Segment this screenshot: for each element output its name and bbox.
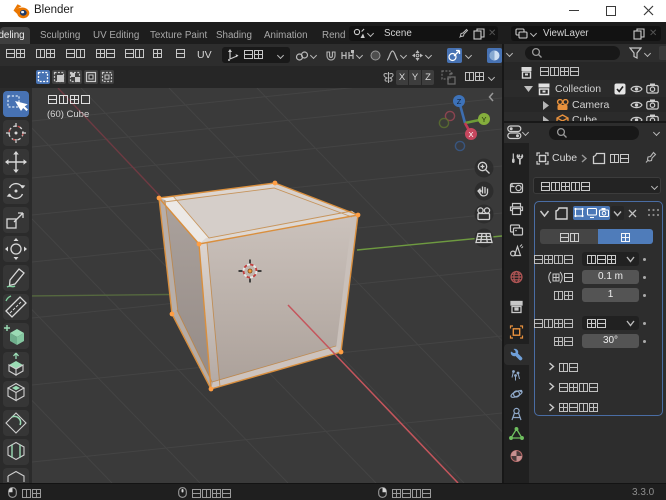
svg-text:Z: Z (457, 97, 462, 106)
svg-text:X: X (468, 130, 473, 139)
svg-text:(60) Cube: (60) Cube (47, 109, 89, 120)
svg-text:Y: Y (481, 115, 486, 124)
